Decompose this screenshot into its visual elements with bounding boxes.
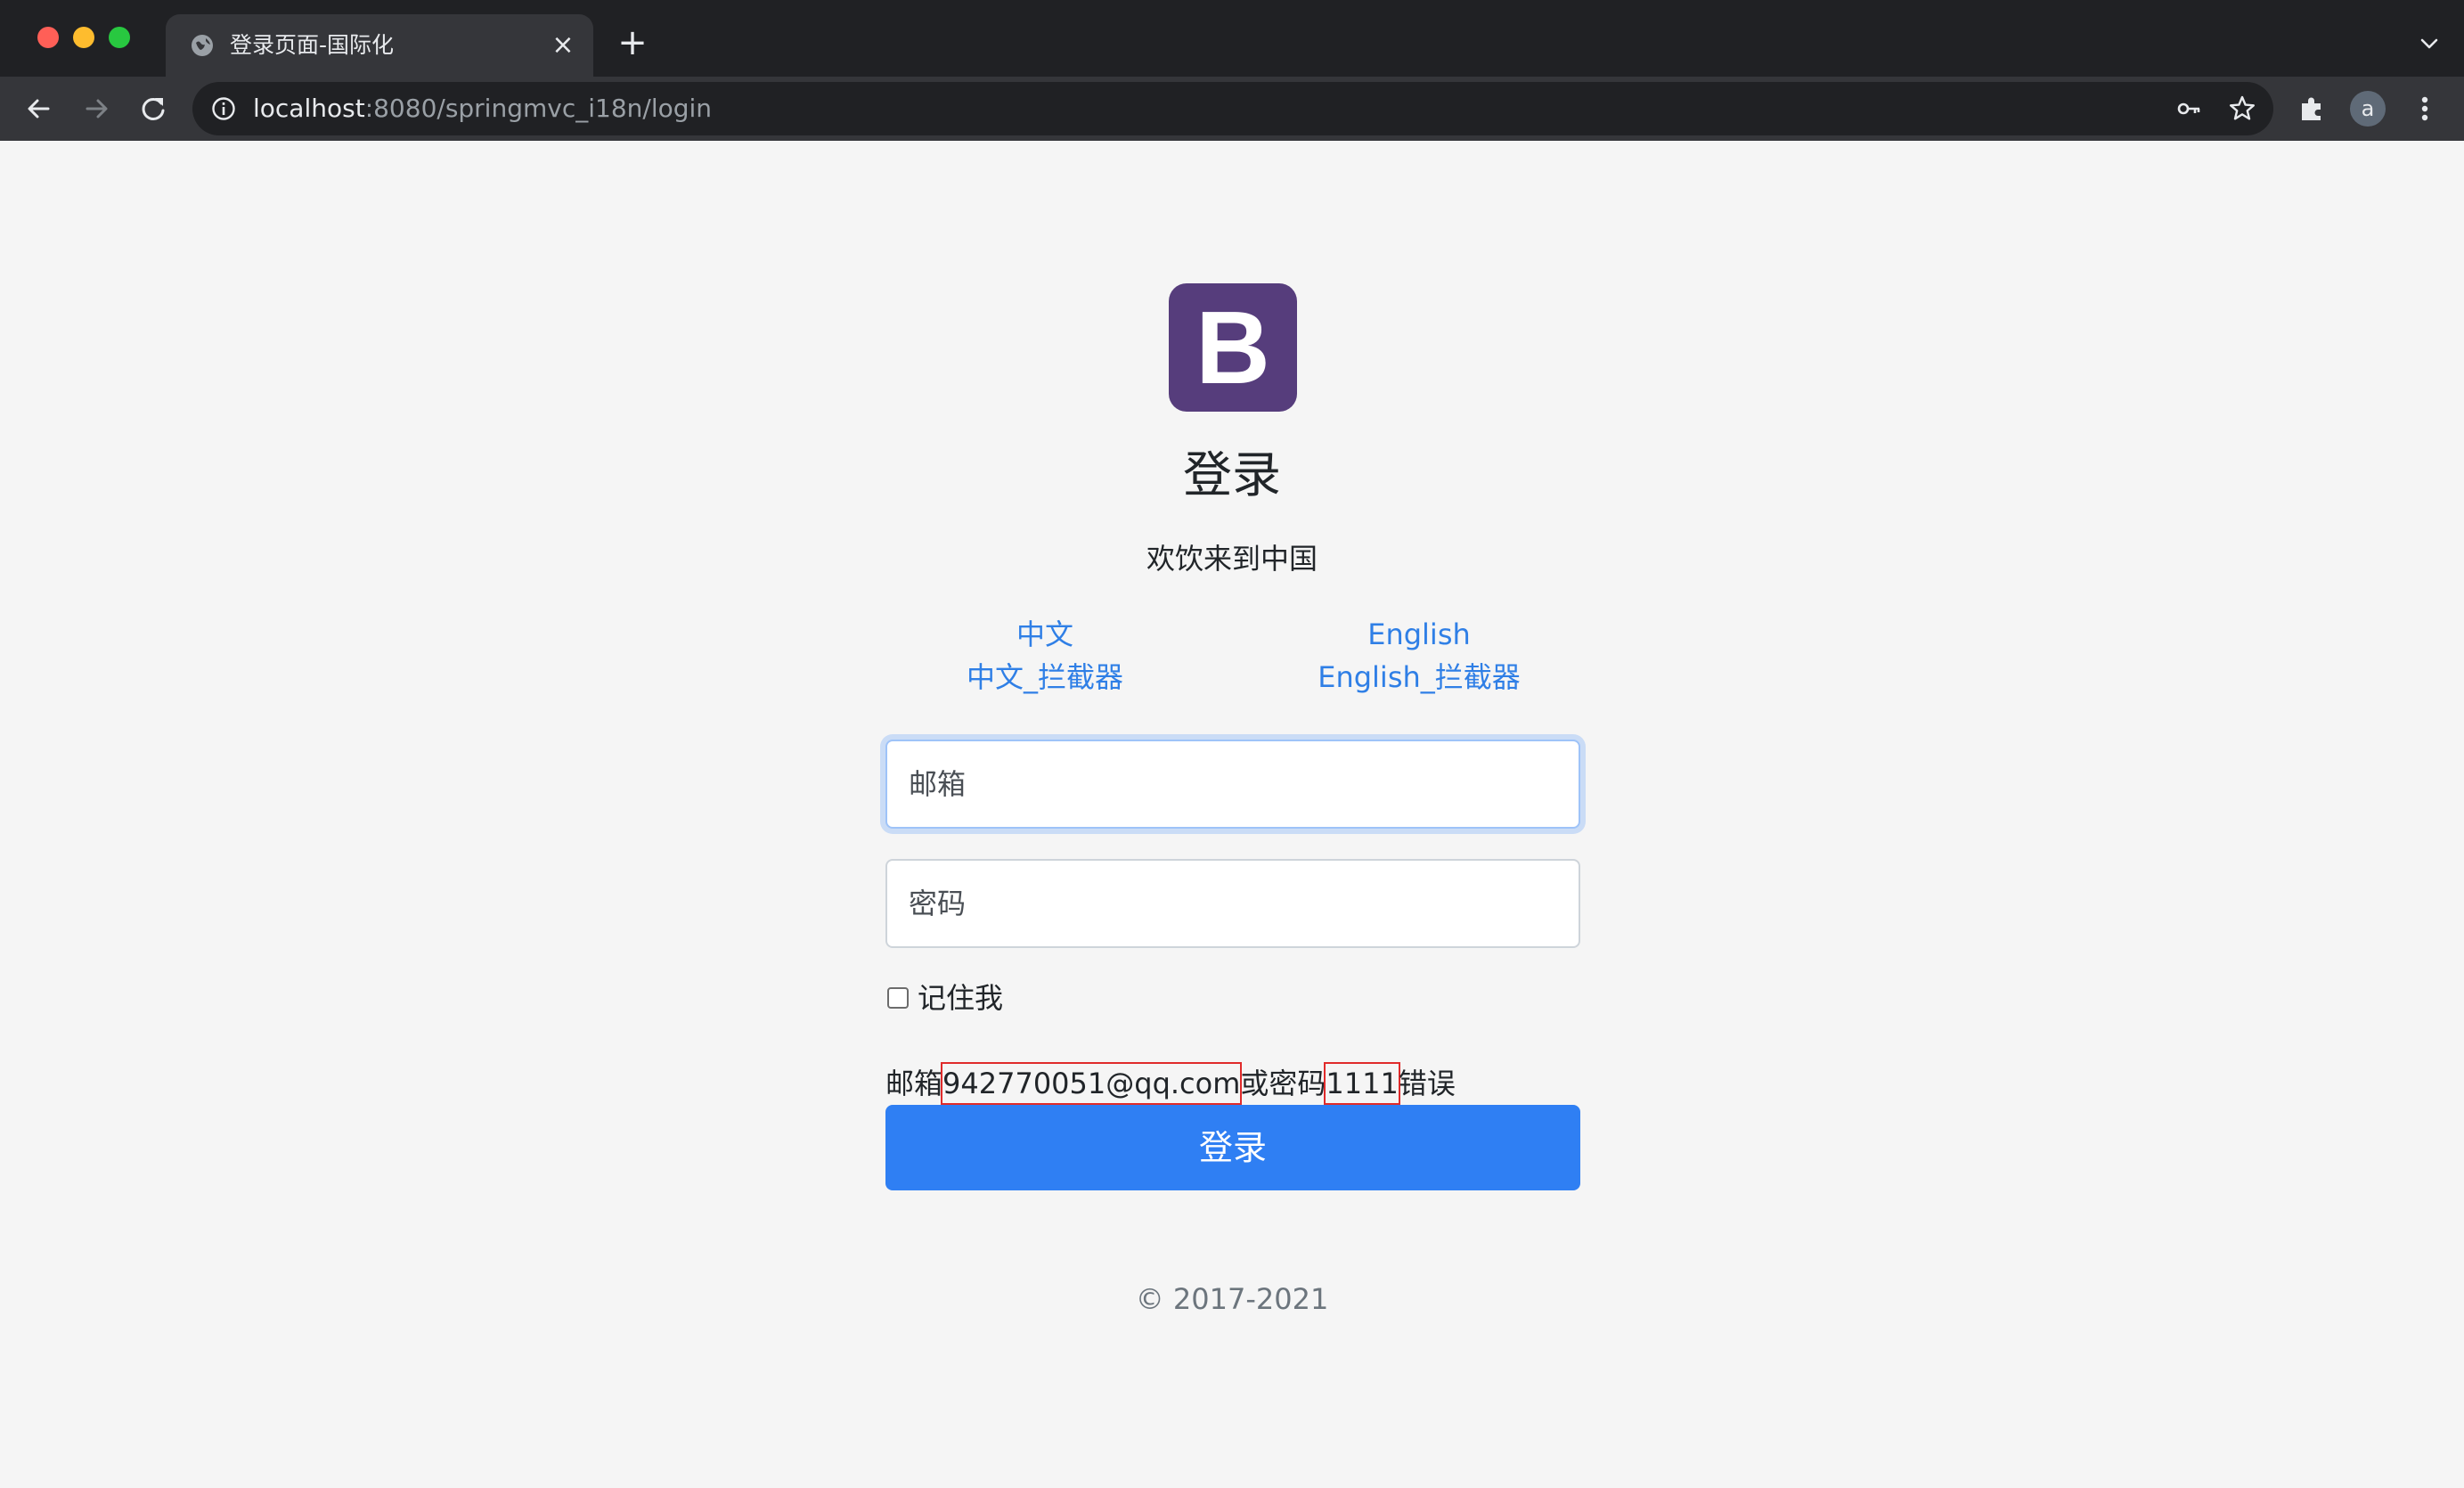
chinese-link[interactable]: 中文 <box>898 613 1192 656</box>
bookmark-star-icon[interactable] <box>2227 94 2257 124</box>
language-links-english: English English_拦截器 <box>1272 613 1566 699</box>
globe-icon <box>189 32 216 59</box>
language-links-chinese: 中文 中文_拦截器 <box>898 613 1192 699</box>
email-input[interactable] <box>887 741 1579 827</box>
more-menu-icon[interactable] <box>2407 89 2443 128</box>
browser-toolbar: localhost:8080/springmvc_i18n/login a <box>0 77 2464 141</box>
remember-me-label: 记住我 <box>918 981 1004 1015</box>
extensions-puzzle-icon[interactable] <box>2293 89 2332 128</box>
email-field[interactable] <box>885 740 1580 829</box>
error-middle: 或密码 <box>1240 1067 1326 1100</box>
tab-close-icon[interactable]: × <box>549 31 577 60</box>
password-field[interactable] <box>885 859 1580 948</box>
forward-arrow-icon[interactable] <box>77 89 116 128</box>
page-title: 登录 <box>1182 446 1281 503</box>
new-tab-icon[interactable]: + <box>615 25 650 61</box>
page-viewport: B 登录 欢饮来到中国 中文 中文_拦截器 English English_拦截… <box>0 141 2464 1488</box>
bootstrap-logo: B <box>1169 283 1297 412</box>
back-arrow-icon[interactable] <box>20 89 59 128</box>
profile-avatar[interactable]: a <box>2350 91 2386 127</box>
copyright-footer: © 2017-2021 <box>1135 1282 1329 1316</box>
minimize-window-button[interactable] <box>73 27 94 48</box>
chevron-down-icon[interactable] <box>2416 30 2443 57</box>
url-text: localhost:8080/springmvc_i18n/login <box>253 93 712 125</box>
tab-title: 登录页面-国际化 <box>230 32 395 58</box>
reload-icon[interactable] <box>134 89 173 128</box>
error-prefix: 邮箱 <box>885 1067 943 1100</box>
password-input[interactable] <box>887 861 1579 946</box>
error-suffix: 错误 <box>1398 1067 1456 1100</box>
english-link[interactable]: English <box>1272 613 1566 656</box>
error-message: 邮箱942770051@qq.com或密码1111错误 <box>885 1062 1456 1105</box>
maximize-window-button[interactable] <box>109 27 130 48</box>
address-bar[interactable]: localhost:8080/springmvc_i18n/login <box>192 82 2273 135</box>
info-icon[interactable] <box>210 95 237 122</box>
browser-tab[interactable]: 登录页面-国际化 × <box>166 14 593 77</box>
chinese-interceptor-link[interactable]: 中文_拦截器 <box>898 656 1192 699</box>
remember-me-checkbox[interactable] <box>887 987 909 1009</box>
key-icon[interactable] <box>2175 95 2202 122</box>
login-button[interactable]: 登录 <box>885 1105 1580 1190</box>
url-host: localhost <box>253 94 365 123</box>
error-email-value: 942770051@qq.com <box>941 1062 1243 1105</box>
url-path: :8080/springmvc_i18n/login <box>364 94 713 123</box>
close-window-button[interactable] <box>37 27 59 48</box>
logo-letter: B <box>1195 290 1270 405</box>
welcome-text: 欢饮来到中国 <box>1146 542 1318 576</box>
error-password-value: 1111 <box>1324 1062 1400 1105</box>
browser-titlebar: 登录页面-国际化 × + <box>0 0 2464 77</box>
english-interceptor-link[interactable]: English_拦截器 <box>1272 656 1566 699</box>
